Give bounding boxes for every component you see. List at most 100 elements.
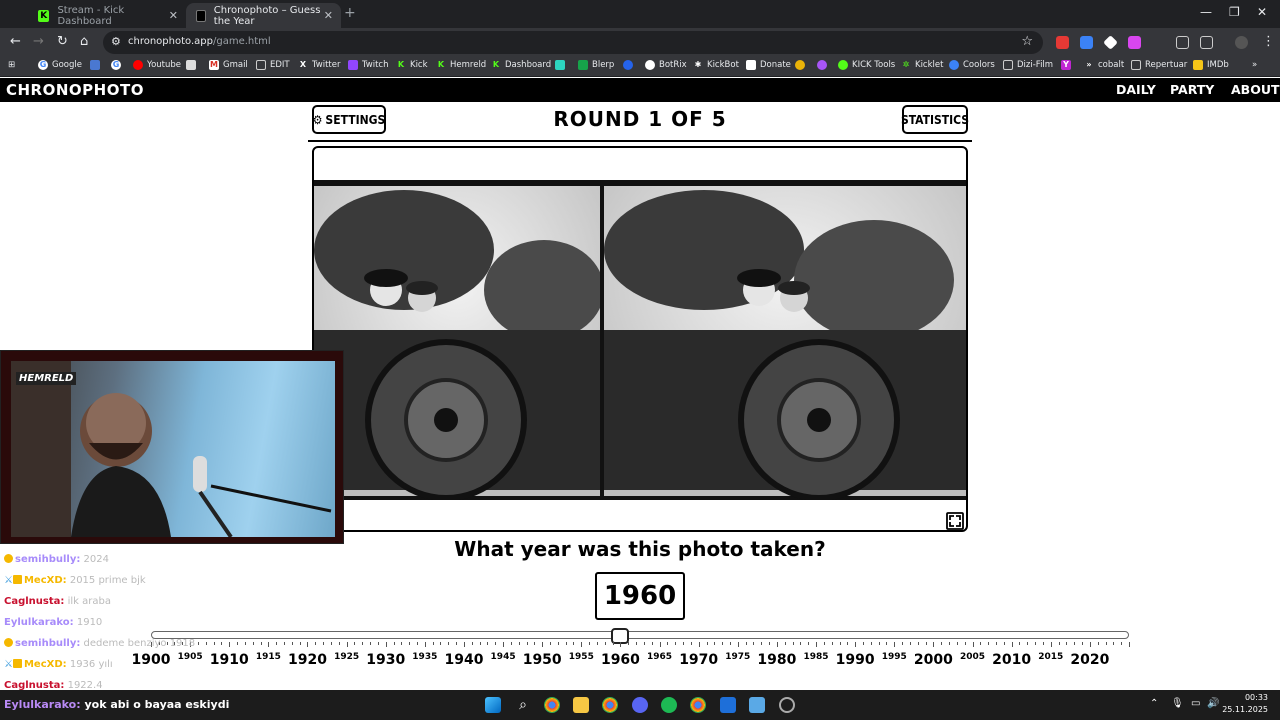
year-slider-track[interactable] <box>151 631 1129 639</box>
bookmark-kickbot[interactable]: ✱ KickBot <box>693 60 739 70</box>
minimize-icon[interactable]: — <box>1200 5 1212 19</box>
app-icon[interactable] <box>749 697 765 713</box>
tab-chronophoto[interactable]: Chronophoto – Guess the Year ✕ <box>186 3 341 28</box>
back-icon[interactable]: ← <box>10 34 21 49</box>
slider-tick <box>307 642 309 647</box>
slider-tick <box>972 642 974 647</box>
bookmark-star-icon[interactable]: ☆ <box>1021 34 1033 49</box>
extension-icon[interactable] <box>1176 36 1189 49</box>
slider-tick <box>260 642 262 645</box>
site-logo[interactable]: CHRONOPHOTO <box>6 81 144 99</box>
slider-tick <box>581 642 583 647</box>
extension-icon[interactable] <box>1056 36 1069 49</box>
bookmark-edit[interactable]: EDIT <box>256 60 290 70</box>
chrome-icon[interactable] <box>544 697 560 713</box>
home-icon[interactable]: ⌂ <box>80 34 88 49</box>
url-field[interactable]: ⚙ chronophoto.app/game.html ☆ <box>103 31 1043 54</box>
bookmark-youtube[interactable]: Youtube <box>133 60 181 70</box>
tab-kick-dashboard[interactable]: K Stream - Kick Dashboard ✕ <box>28 3 186 28</box>
extension-icon[interactable] <box>1080 36 1093 49</box>
bookmark-botrix[interactable]: BotRix <box>645 60 687 70</box>
bookmark-repertuar[interactable]: Repertuar <box>1131 60 1187 70</box>
chrome-icon[interactable] <box>602 697 618 713</box>
slider-tick <box>1058 642 1060 645</box>
slider-tick <box>550 642 552 645</box>
chrome-icon[interactable] <box>690 697 706 713</box>
chat-message: semihbully: 2024 <box>4 554 109 565</box>
slider-tick <box>448 642 450 645</box>
apps-grid-icon[interactable]: ⊞ <box>8 60 15 70</box>
bookmark-hemreld[interactable]: K Hemreld <box>436 60 486 70</box>
file-explorer-icon[interactable] <box>573 697 589 713</box>
slider-tick <box>784 642 786 645</box>
sword-icon: ⚔ <box>4 575 13 586</box>
system-clock[interactable]: 00:33 25.11.2025 <box>1222 692 1268 716</box>
slider-tick <box>1082 642 1084 645</box>
app-icon[interactable] <box>720 697 736 713</box>
reload-icon[interactable]: ↻ <box>57 34 68 49</box>
settings-button[interactable]: ⚙ SETTINGS <box>312 105 386 134</box>
tray-chevron-icon[interactable]: ⌃ <box>1150 698 1158 709</box>
slider-tick <box>729 642 731 645</box>
bookmark-dashboard[interactable]: K Dashboard <box>491 60 551 70</box>
bookmark-twitter[interactable]: X Twitter <box>298 60 341 70</box>
restore-icon[interactable]: ❐ <box>1229 5 1240 19</box>
menu-icon[interactable]: ⋮ <box>1262 34 1275 49</box>
discord-icon[interactable] <box>632 697 648 713</box>
bookmark-google[interactable]: G Google <box>38 60 82 70</box>
slider-tick <box>1042 642 1044 645</box>
slider-tick <box>1035 642 1037 645</box>
slider-tick <box>205 642 207 645</box>
profile-avatar[interactable] <box>1235 36 1248 49</box>
windows-start-icon[interactable] <box>485 697 501 713</box>
bookmark-google-alt[interactable]: G <box>111 60 125 70</box>
obs-icon[interactable] <box>779 697 795 713</box>
bookmark-twitch[interactable]: Twitch <box>348 60 389 70</box>
bookmark-icon-only[interactable] <box>623 60 637 70</box>
nav-party[interactable]: PARTY <box>1170 82 1214 97</box>
bookmark-icon-only[interactable]: Y <box>1061 60 1075 70</box>
bookmark-dizi-film[interactable]: Dizi-Film <box>1003 60 1053 70</box>
bookmark-icon-only[interactable] <box>817 60 831 70</box>
bookmark-imdb[interactable]: IMDb <box>1193 60 1229 70</box>
bookmark-icon <box>555 60 565 70</box>
more-bookmarks-icon[interactable]: » <box>1252 60 1257 70</box>
close-tab-icon[interactable]: ✕ <box>169 9 178 22</box>
extension-icon[interactable] <box>1128 36 1141 49</box>
bookmark-kick[interactable]: K Kick <box>396 60 428 70</box>
bookmark-icon-only[interactable] <box>555 60 569 70</box>
spotify-icon[interactable] <box>661 697 677 713</box>
twitch-icon <box>348 60 358 70</box>
site-info-icon[interactable]: ⚙ <box>111 35 121 48</box>
close-window-icon[interactable]: ✕ <box>1257 5 1267 19</box>
bookmark-icon-only[interactable] <box>90 60 104 70</box>
close-tab-icon[interactable]: ✕ <box>324 9 333 22</box>
bookmark-icon-only[interactable] <box>795 60 809 70</box>
network-icon[interactable]: ▭ <box>1191 698 1200 709</box>
volume-icon[interactable]: 🔊 <box>1207 698 1219 709</box>
bookmark-gmail[interactable]: M Gmail <box>209 60 248 70</box>
nav-about[interactable]: ABOUT <box>1231 82 1280 97</box>
nav-daily[interactable]: DAILY <box>1116 82 1156 97</box>
extension-icon[interactable] <box>1103 35 1118 50</box>
bookmark-kick-tools[interactable]: KICK Tools <box>838 60 895 70</box>
slider-tick <box>284 642 285 645</box>
search-icon[interactable]: ⌕ <box>515 697 531 713</box>
forward-icon[interactable]: → <box>33 34 44 49</box>
divider <box>308 140 972 142</box>
slider-tick <box>252 642 254 645</box>
bookmark-coolors[interactable]: Coolors <box>949 60 995 70</box>
imdb-icon <box>1193 60 1203 70</box>
statistics-button[interactable]: STATISTICS <box>901 105 969 134</box>
bookmark-kicklet[interactable]: ✲ Kicklet <box>901 60 944 70</box>
new-tab-icon[interactable]: + <box>344 5 356 21</box>
extensions-puzzle-icon[interactable] <box>1200 36 1213 49</box>
bookmark-icon-only[interactable] <box>186 60 200 70</box>
fullscreen-icon[interactable] <box>946 512 964 530</box>
bookmark-donate[interactable]: Donate <box>746 60 791 70</box>
bookmark-cobalt[interactable]: » cobalt <box>1084 60 1124 70</box>
slider-tick <box>776 642 778 647</box>
microphone-icon[interactable]: 🎙 <box>1171 698 1184 709</box>
bookmark-blerp[interactable]: Blerp <box>578 60 614 70</box>
chat-message: Eylulkarako: 1910 <box>4 617 103 628</box>
